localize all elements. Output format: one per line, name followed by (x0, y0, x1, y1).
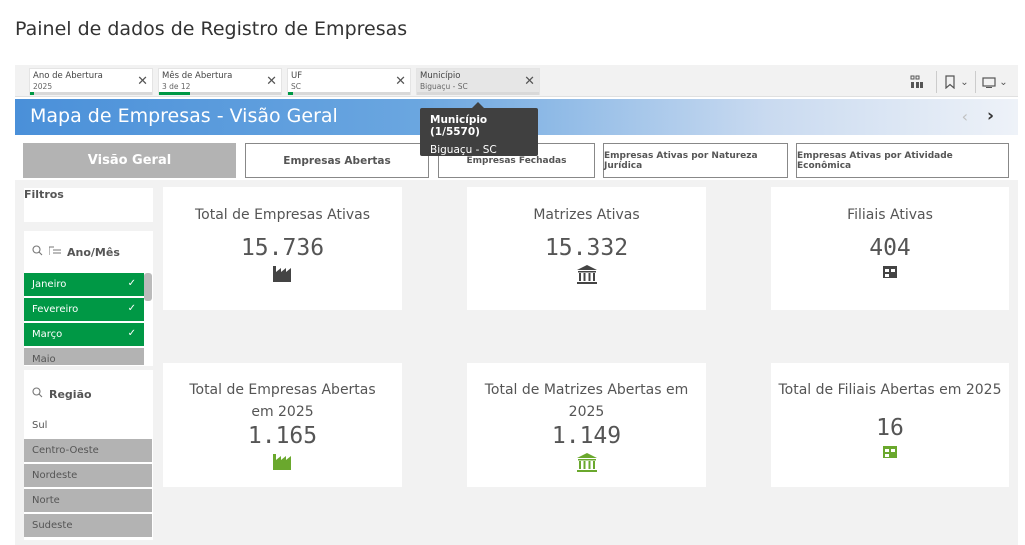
selection-label: Mês de Abertura (162, 71, 233, 81)
kpi-value: 15.332 (544, 235, 629, 261)
tab-atividade-economica[interactable]: Empresas Ativas por Atividade Econômica (796, 143, 1009, 178)
bookmark-icon[interactable]: ⌄ (941, 72, 971, 92)
factory-icon (272, 266, 291, 282)
selection-value: 2025 (33, 82, 53, 91)
list-item-label: Nordeste (32, 470, 78, 481)
list-item-marco[interactable]: Março ✓ (24, 323, 144, 347)
kpi-title: Matrizes Ativas (533, 207, 640, 223)
kpi-value: 1.165 (247, 423, 318, 449)
selections-tool-icon[interactable] (902, 72, 932, 92)
selection-value: SC (291, 82, 301, 91)
regiao-label: Região (49, 387, 92, 401)
list-item-label: Sudeste (32, 520, 73, 531)
kpi-empresas-abertas[interactable]: Total de Empresas Abertas em 2025 1.165 (163, 363, 402, 487)
kpi-matrizes-abertas[interactable]: Total de Matrizes Abertas em 2025 1.149 (467, 363, 706, 487)
kpi-value: 15.736 (240, 235, 325, 261)
selection-label: UF (291, 71, 303, 81)
bank-icon (576, 453, 597, 472)
list-item-sul[interactable]: Sul (24, 414, 144, 438)
list-item-label: Janeiro (32, 279, 67, 290)
scrollbar-thumb[interactable] (144, 273, 152, 301)
filters-title: Filtros (24, 188, 153, 222)
kpi-value: 16 (876, 415, 904, 441)
list-item-maio[interactable]: Maio (24, 348, 144, 366)
kpi-matrizes-ativas[interactable]: Matrizes Ativas 15.332 (467, 187, 706, 310)
tab-empresas-abertas[interactable]: Empresas Abertas (245, 143, 429, 178)
selection-chip-mes-abertura[interactable]: Mês de Abertura 3 de 12 ✕ (158, 68, 282, 95)
selection-value: Biguaçu - SC (420, 82, 468, 91)
list-item-norte[interactable]: Norte (24, 489, 152, 513)
selection-chip-uf[interactable]: UF SC ✕ (287, 68, 411, 95)
regiao-header[interactable]: Região (32, 387, 92, 401)
check-icon: ✓ (127, 328, 136, 339)
list-item-nordeste[interactable]: Nordeste (24, 464, 152, 488)
kpi-value: 404 (869, 235, 911, 261)
clear-selection-icon[interactable]: ✕ (395, 74, 406, 89)
next-sheet-icon[interactable]: › (987, 106, 994, 126)
sheet-title: Mapa de Empresas - Visão Geral (30, 105, 338, 127)
list-item-label: Maio (32, 354, 56, 365)
kpi-title: Total de Filiais Abertas em 2025 (778, 382, 1002, 398)
check-icon: ✓ (127, 303, 136, 314)
list-item-label: Fevereiro (32, 304, 79, 315)
kpi-title: Total de Matrizes Abertas em 2025 (484, 382, 689, 420)
branch-icon (883, 446, 897, 458)
chevron-down-icon: ⌄ (999, 76, 1008, 88)
clear-selection-icon[interactable]: ✕ (137, 74, 148, 89)
drilldown-icon (48, 246, 61, 259)
toolbar-icons: ⌄ ⌄ (902, 71, 1010, 93)
kpi-total-empresas-ativas[interactable]: Total de Empresas Ativas 15.736 (163, 187, 402, 310)
list-item-label: Norte (32, 495, 60, 506)
list-item-fevereiro[interactable]: Fevereiro ✓ (24, 298, 144, 322)
factory-icon (272, 454, 291, 470)
check-icon: ✓ (127, 278, 136, 289)
kpi-filiais-abertas[interactable]: Total de Filiais Abertas em 2025 16 (771, 363, 1009, 487)
tooltip-value: Biguaçu - SC (430, 144, 497, 156)
tab-natureza-juridica[interactable]: Empresas Ativas por Natureza Jurídica (603, 143, 788, 178)
search-icon[interactable] (32, 245, 43, 259)
search-icon[interactable] (32, 387, 43, 401)
ano-mes-label: Ano/Mês (67, 245, 120, 259)
kpi-title: Total de Empresas Ativas (194, 207, 370, 223)
chevron-down-icon: ⌄ (960, 76, 969, 88)
bank-icon (576, 265, 597, 284)
kpi-title: Filiais Ativas (847, 207, 933, 223)
list-item-centro-oeste[interactable]: Centro-Oeste (24, 439, 152, 463)
kpi-title: Total de Empresas Abertas em 2025 (189, 382, 376, 420)
list-item-label: Centro-Oeste (32, 445, 99, 456)
selection-label: Ano de Abertura (33, 71, 103, 81)
previous-sheet-icon[interactable]: ‹ (962, 107, 968, 126)
tooltip-title: Município (1/5570) (430, 114, 488, 138)
selection-chip-ano-abertura[interactable]: Ano de Abertura 2025 ✕ (29, 68, 153, 95)
clear-selection-icon[interactable]: ✕ (524, 74, 535, 89)
selection-bar: Ano de Abertura 2025 ✕ Mês de Abertura 3… (15, 65, 1018, 97)
app-title: Painel de dados de Registro de Empresas (15, 18, 408, 40)
tab-visao-geral[interactable]: Visão Geral (23, 143, 236, 178)
list-item-janeiro[interactable]: Janeiro ✓ (24, 273, 144, 297)
ano-mes-header[interactable]: Ano/Mês (32, 245, 120, 259)
kpi-value: 1.149 (551, 423, 622, 449)
list-item-sudeste[interactable]: Sudeste (24, 514, 152, 538)
selection-tooltip: Município (1/5570) Biguaçu - SC (420, 102, 538, 156)
list-item-label: Sul (32, 420, 48, 431)
selection-value: 3 de 12 (162, 82, 191, 91)
selection-label: Município (420, 71, 461, 81)
branch-icon (883, 266, 897, 278)
list-item-label: Março (32, 329, 63, 340)
clear-selection-icon[interactable]: ✕ (266, 74, 277, 89)
kpi-filiais-ativas[interactable]: Filiais Ativas 404 (771, 187, 1009, 310)
selection-chip-municipio[interactable]: Município Biguaçu - SC ✕ (416, 68, 540, 95)
display-icon[interactable]: ⌄ (980, 72, 1010, 92)
